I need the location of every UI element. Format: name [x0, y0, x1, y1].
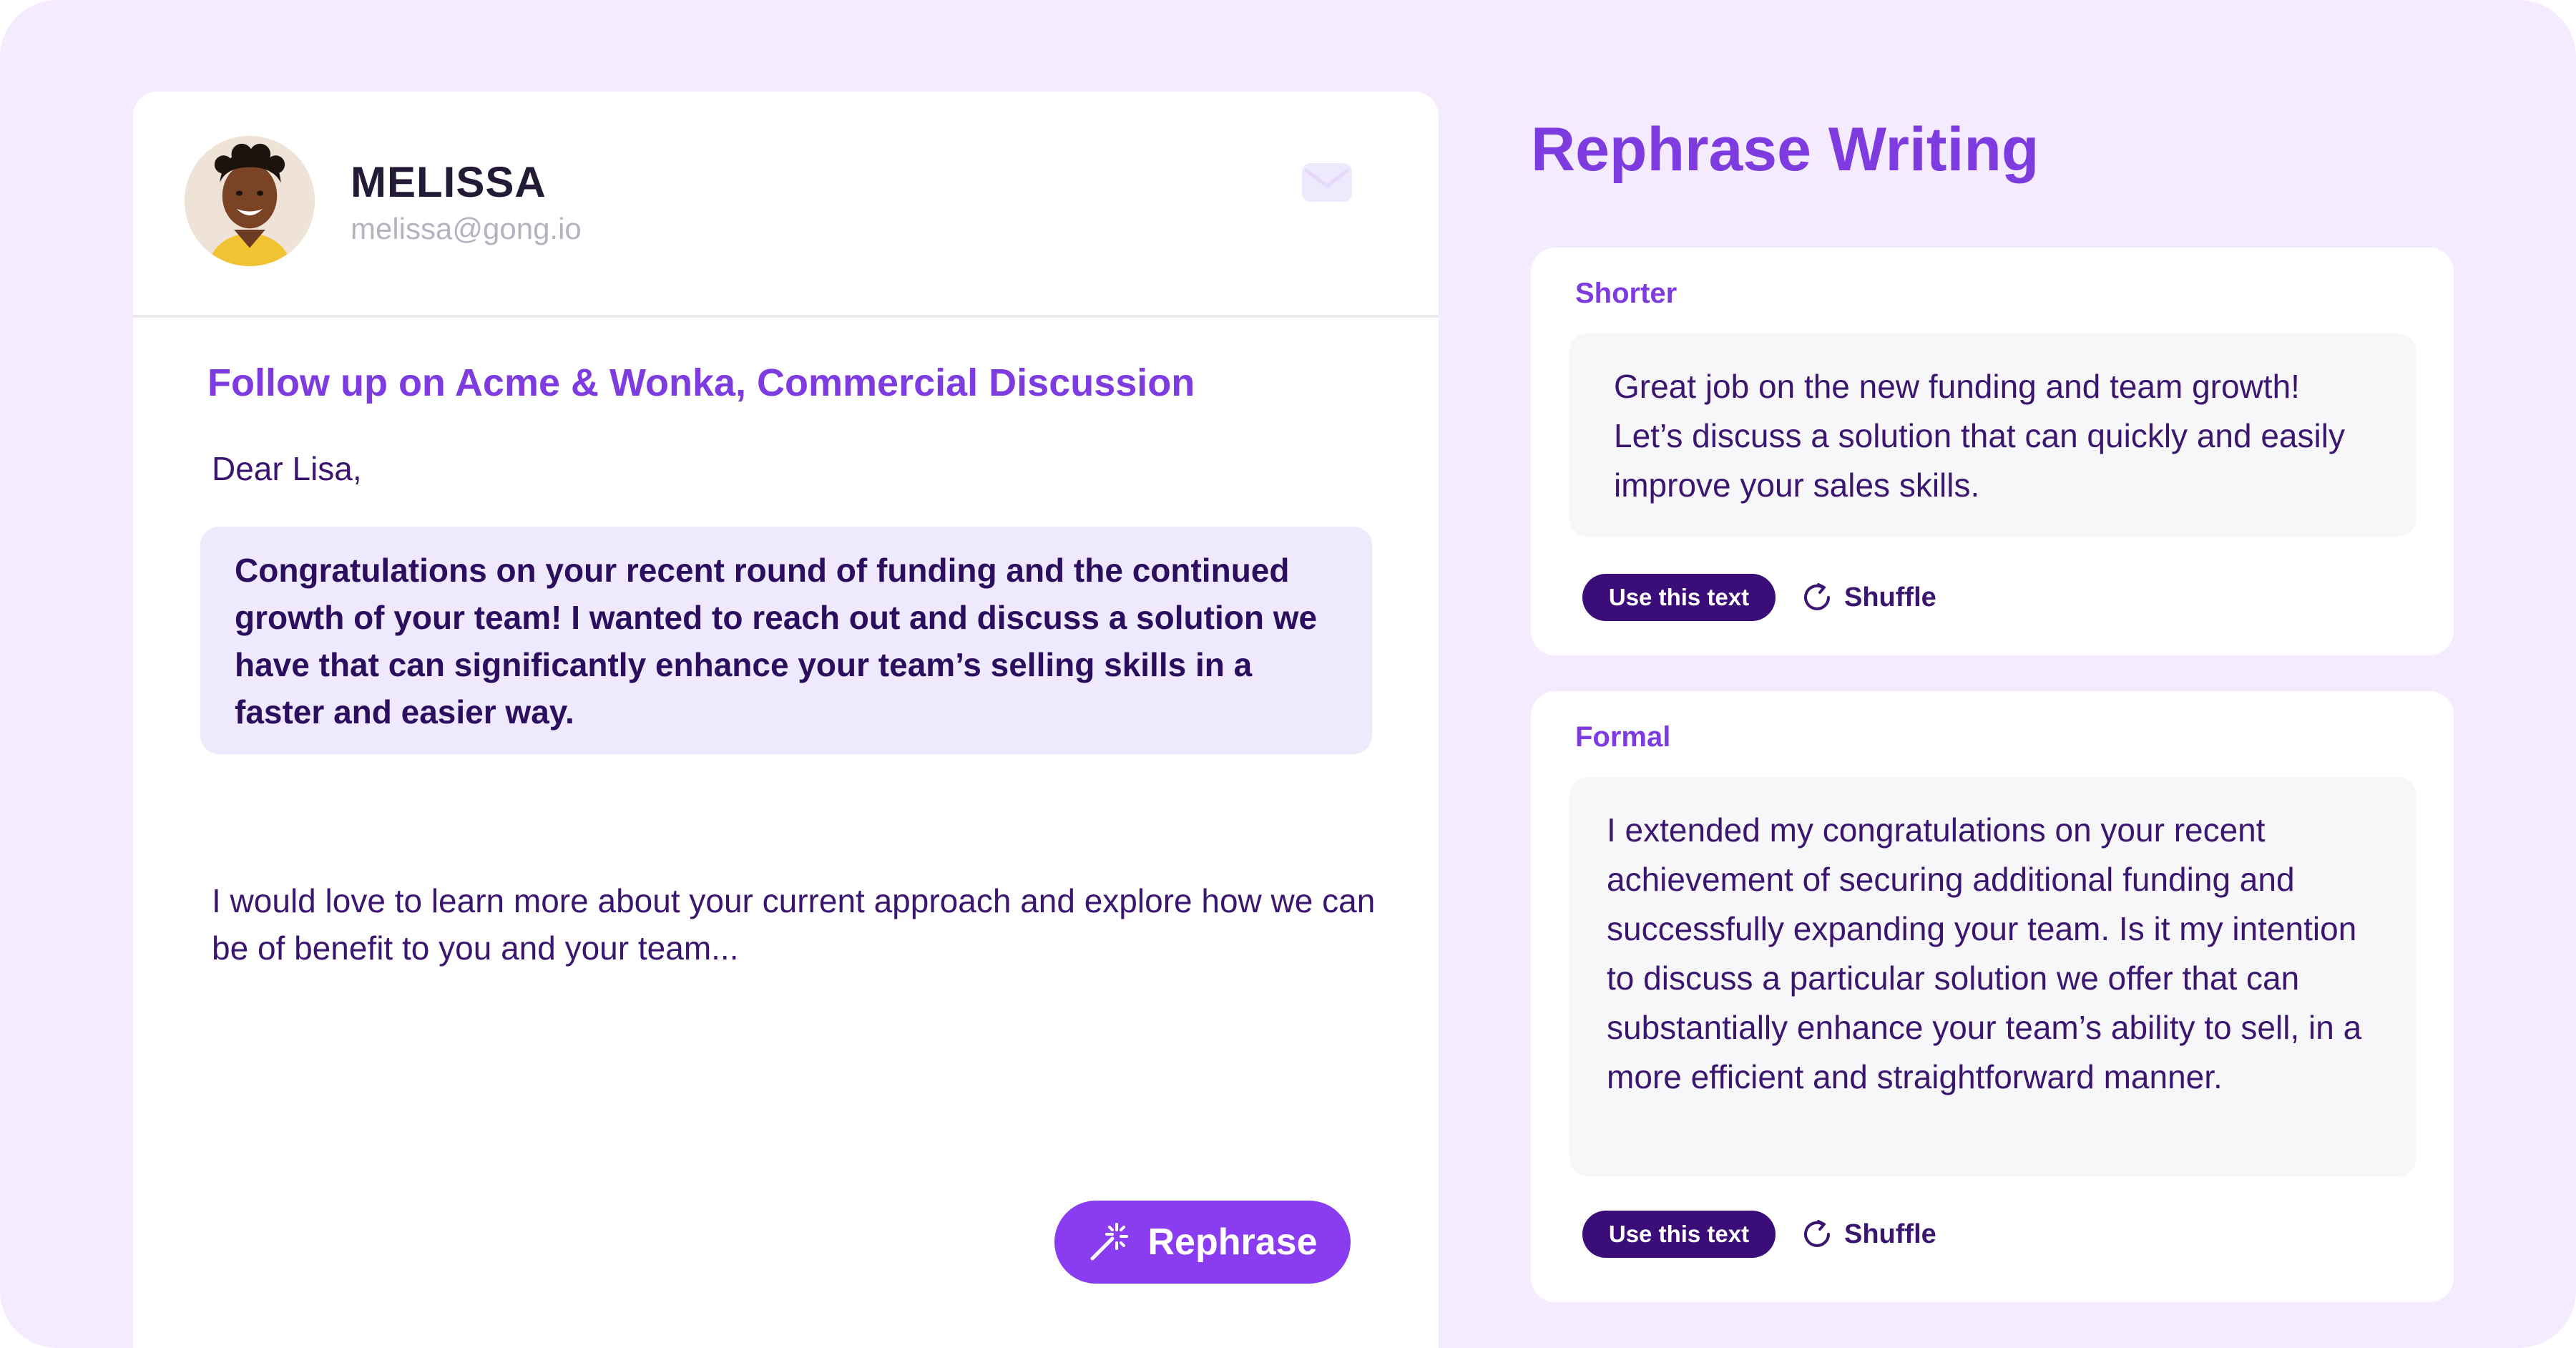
option-text: Great job on the new funding and team gr… [1614, 368, 2345, 504]
mail-icon[interactable] [1302, 163, 1352, 202]
magic-wand-icon [1090, 1223, 1128, 1261]
refresh-icon [1804, 583, 1830, 610]
use-this-text-button[interactable]: Use this text [1582, 574, 1776, 621]
email-card: MELISSA melissa@gong.io Follow up on Acm… [133, 92, 1439, 1348]
app-canvas: MELISSA melissa@gong.io Follow up on Acm… [0, 0, 2576, 1348]
shuffle-button[interactable]: Shuffle [1801, 1211, 1936, 1258]
highlighted-paragraph[interactable]: Congratulations on your recent round of … [200, 527, 1372, 754]
use-this-text-button[interactable]: Use this text [1582, 1211, 1776, 1258]
email-subject: Follow up on Acme & Wonka, Commercial Di… [207, 361, 1195, 404]
avatar [185, 136, 315, 266]
option-card-formal: Formal I extended my congratulations on … [1531, 691, 2454, 1302]
option-text: I extended my congratulations on your re… [1607, 811, 2362, 1095]
email-body-text: I would love to learn more about your cu… [212, 882, 1376, 967]
option-label: Formal [1575, 721, 1671, 753]
shuffle-button[interactable]: Shuffle [1801, 574, 1936, 621]
shuffle-label: Shuffle [1844, 582, 1936, 612]
option-label: Shorter [1575, 278, 1678, 309]
avatar-portrait [185, 136, 315, 266]
option-text-box: Great job on the new funding and team gr… [1569, 333, 2416, 537]
panel-title: Rephrase Writing [1531, 115, 2039, 184]
refresh-icon [1804, 1220, 1830, 1247]
rephrase-button[interactable]: Rephrase [1054, 1201, 1351, 1284]
shuffle-label: Shuffle [1844, 1218, 1936, 1249]
option-card-shorter: Shorter Great job on the new funding and… [1531, 248, 2454, 655]
option-text-box: I extended my congratulations on your re… [1569, 777, 2416, 1176]
sender-name: MELISSA [351, 158, 547, 206]
rephrase-button-label: Rephrase [1147, 1221, 1318, 1263]
highlighted-text: Congratulations on your recent round of … [235, 552, 1318, 731]
email-header: MELISSA melissa@gong.io [133, 92, 1439, 318]
sender-email: melissa@gong.io [351, 212, 582, 245]
email-greeting: Dear Lisa, [212, 450, 362, 487]
